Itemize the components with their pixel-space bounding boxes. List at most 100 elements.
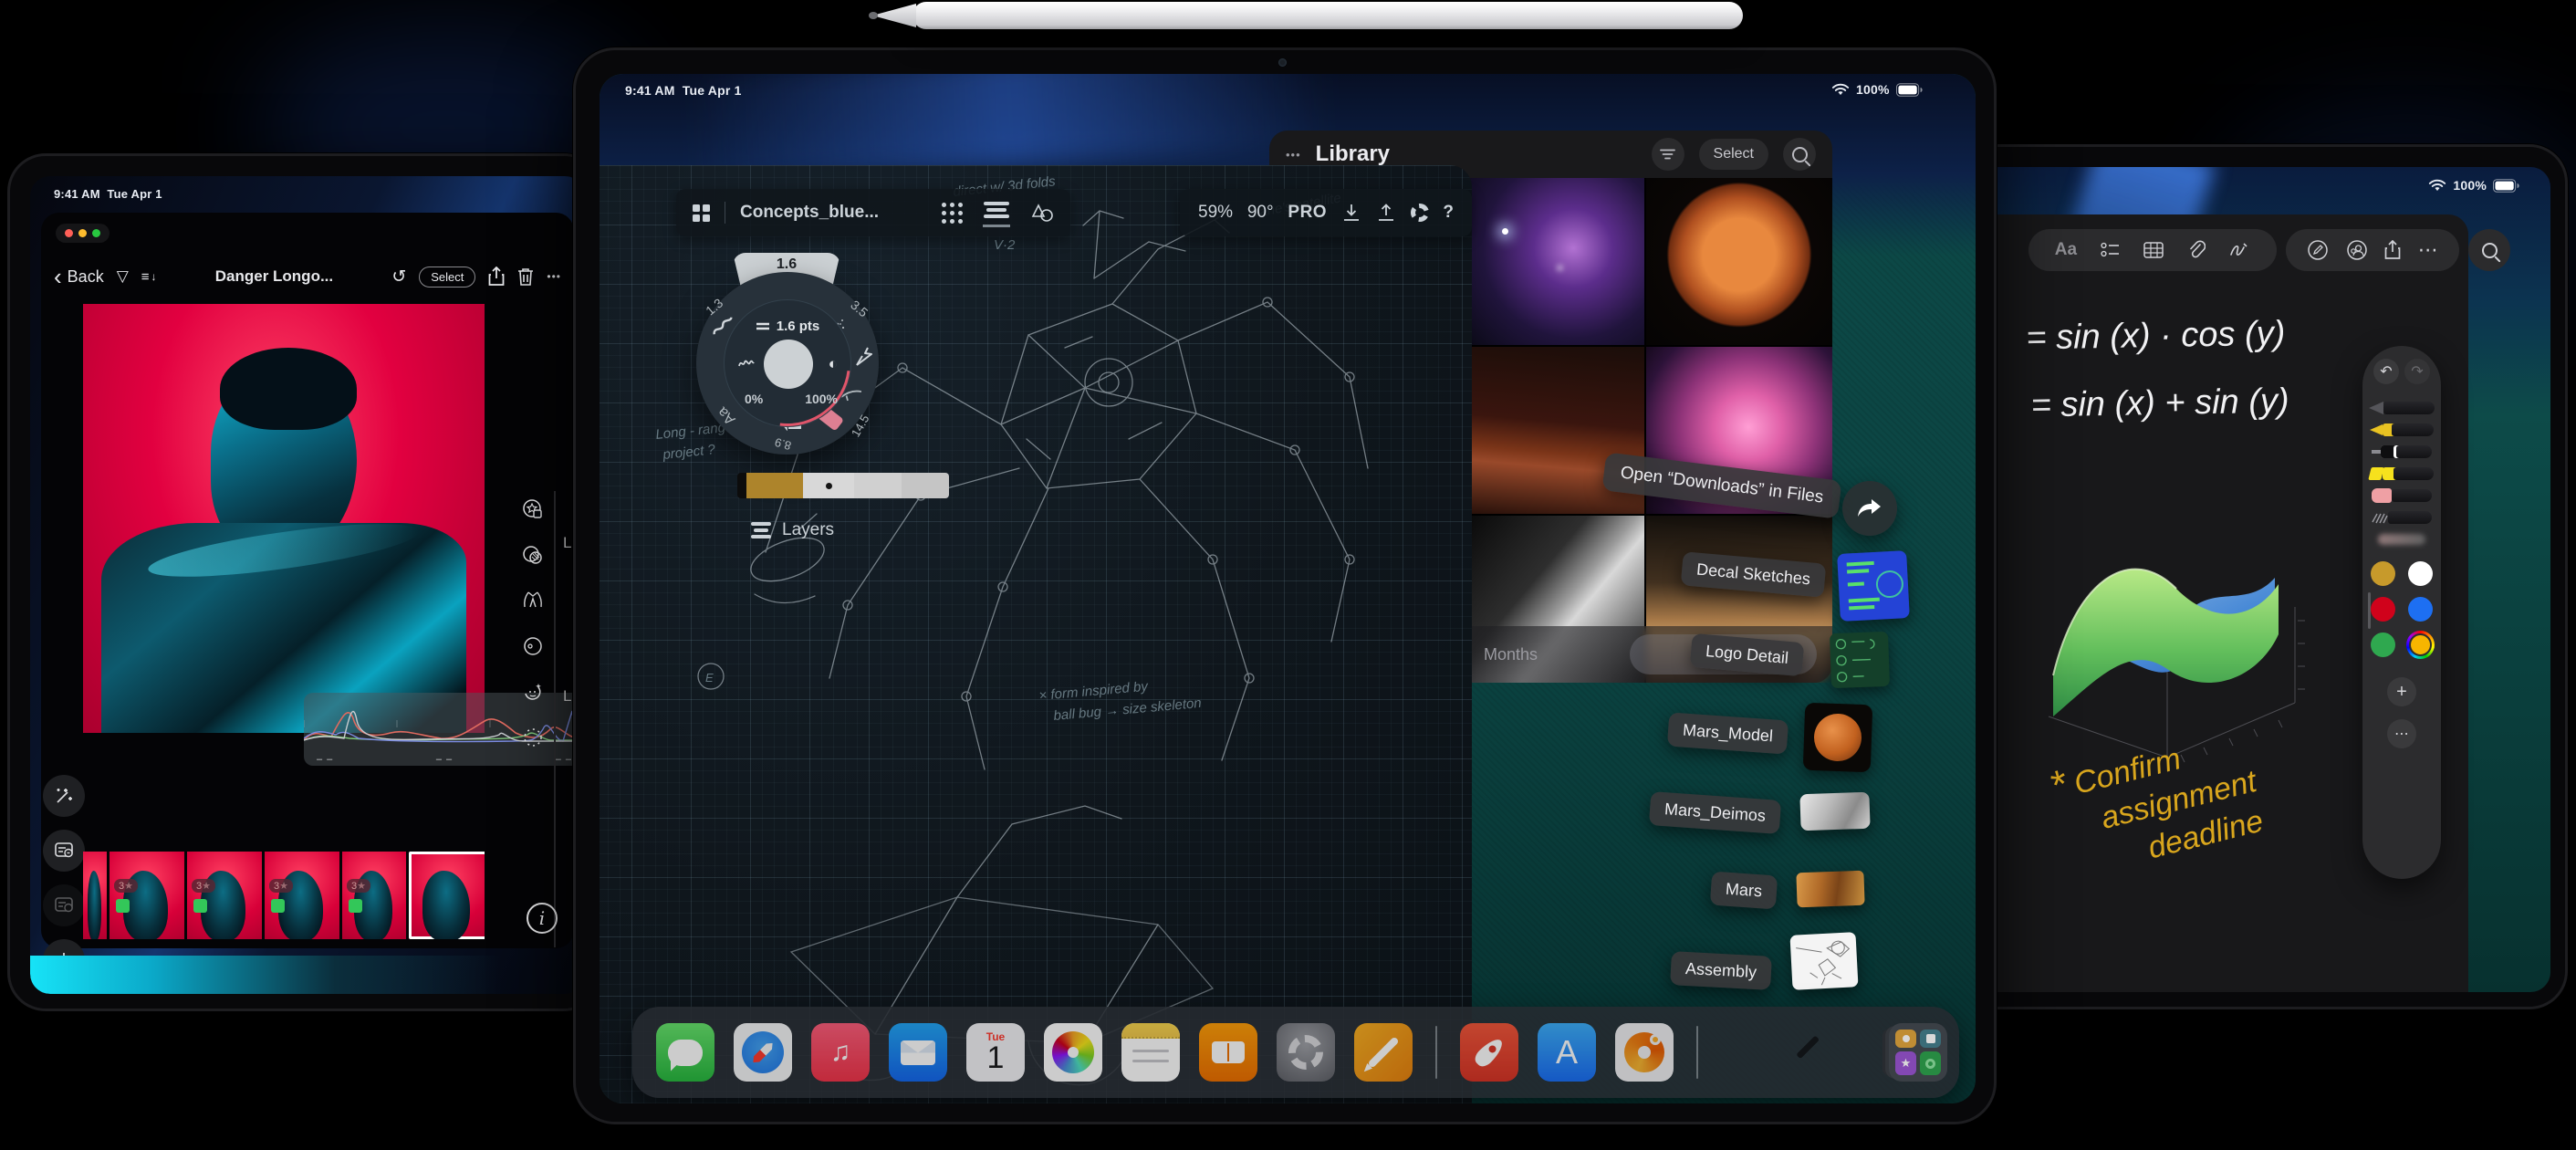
settings-gear-icon[interactable]: [1411, 204, 1429, 222]
app-concepts[interactable]: [1615, 1023, 1674, 1082]
wheel-size-8-9[interactable]: 8.9: [773, 435, 792, 453]
heal-dotted-icon[interactable]: [521, 726, 545, 749]
masking-icon[interactable]: [521, 543, 545, 567]
zoom-level[interactable]: 59%: [1198, 203, 1233, 223]
recent-apps-stack[interactable]: ★: [1889, 1023, 1947, 1082]
presets-icon[interactable]: [521, 497, 545, 521]
color-seg-light3[interactable]: [902, 473, 949, 498]
layers-stack-icon[interactable]: [983, 199, 1010, 227]
adjustments-copy-button[interactable]: [43, 830, 85, 872]
redo-button[interactable]: ↷: [2404, 359, 2430, 384]
film-thumb[interactable]: 3★: [187, 852, 262, 939]
app-store[interactable]: A: [1538, 1023, 1596, 1082]
app-messages[interactable]: [656, 1023, 714, 1082]
sort-icon[interactable]: ≡↓: [141, 269, 157, 285]
text-format-button[interactable]: Aa: [2055, 240, 2077, 260]
wheel-center-disc[interactable]: 1.6 pts ◐ 0% 100%: [724, 299, 851, 427]
filmstrip[interactable]: 3★ 3★ 3★ 3★: [83, 852, 485, 939]
pro-badge[interactable]: PRO: [1288, 203, 1327, 223]
yellow-pen-tool[interactable]: [2370, 423, 2434, 437]
filter-button[interactable]: [1652, 138, 1684, 171]
layers-button[interactable]: Layers: [751, 519, 834, 541]
eraser-tool[interactable]: [2372, 488, 2432, 503]
app-pen-sketch[interactable]: [1354, 1023, 1413, 1082]
app-settings[interactable]: [1277, 1023, 1335, 1082]
select-button[interactable]: Select: [419, 267, 475, 288]
attachment-paperclip-icon[interactable]: [2187, 240, 2206, 260]
photo-cell-mars-planet[interactable]: [1646, 178, 1832, 345]
palette-drag-handle[interactable]: [2368, 592, 2371, 629]
gallery-grid-icon[interactable]: [693, 204, 710, 222]
apple-pencil-tool[interactable]: [2369, 401, 2435, 415]
app-rocket[interactable]: [1460, 1023, 1518, 1082]
edited-photo[interactable]: [83, 304, 485, 733]
filter-funnel-icon[interactable]: ▽: [117, 267, 129, 286]
highlighter-tool[interactable]: [2370, 466, 2434, 481]
color-seg-light2[interactable]: [854, 473, 902, 498]
more-button[interactable]: •••: [547, 270, 561, 283]
back-button[interactable]: ‹Back: [54, 267, 104, 287]
film-thumb[interactable]: 3★: [342, 852, 406, 939]
color-swatch-blue[interactable]: [2408, 597, 2433, 622]
film-thumb[interactable]: 3★: [110, 852, 184, 939]
share-icon[interactable]: [488, 267, 505, 287]
blurred-tool[interactable]: [2378, 532, 2425, 547]
color-swatch-green[interactable]: [2371, 632, 2395, 657]
checklist-icon[interactable]: [2101, 241, 2121, 259]
collaborate-icon[interactable]: [2346, 239, 2368, 261]
color-swatch-red[interactable]: [2371, 597, 2395, 622]
share-icon[interactable]: [2384, 240, 2401, 260]
app-music[interactable]: ♫: [811, 1023, 870, 1082]
text-tool-label[interactable]: Aa: [715, 403, 740, 428]
auto-enhance-button[interactable]: [43, 775, 85, 817]
color-seg-light1[interactable]: [803, 473, 854, 498]
add-tool-button[interactable]: +: [2387, 677, 2416, 706]
app-calendar[interactable]: Tue 1: [966, 1023, 1025, 1082]
import-icon[interactable]: [1341, 203, 1361, 223]
color-seg-black[interactable]: [737, 473, 746, 498]
fineliner-tool[interactable]: [2372, 444, 2432, 459]
app-mail[interactable]: [889, 1023, 947, 1082]
select-arrow-icon[interactable]: [853, 345, 877, 369]
more-button[interactable]: ⋯: [2418, 238, 2438, 262]
share-drop-button[interactable]: [1842, 481, 1897, 536]
rotation-value[interactable]: 90°: [1247, 203, 1274, 223]
document-title[interactable]: Concepts_blue...: [740, 203, 879, 223]
film-thumb[interactable]: 3★: [265, 852, 339, 939]
pencil-mode-icon[interactable]: [2307, 239, 2329, 261]
search-button[interactable]: [2468, 229, 2510, 271]
pencil-hatch-tool[interactable]: [2372, 510, 2432, 525]
color-swatch-gold[interactable]: [2371, 561, 2395, 586]
info-button[interactable]: i: [527, 903, 558, 934]
library-more-button[interactable]: •••: [1286, 148, 1301, 162]
undo-icon[interactable]: ↺: [391, 267, 406, 288]
app-notes[interactable]: [1121, 1023, 1180, 1082]
keyboard-dismiss-chevron[interactable]: [1796, 1035, 1820, 1059]
photo-cell-nebula[interactable]: [1457, 178, 1643, 345]
radial-tool-icon[interactable]: [521, 634, 545, 658]
precision-grid-icon[interactable]: [942, 203, 963, 224]
segment-months[interactable]: Months: [1484, 645, 1538, 664]
film-thumb[interactable]: [83, 852, 107, 939]
window-controls[interactable]: [56, 224, 110, 243]
shapes-icon[interactable]: [1030, 202, 1054, 224]
color-strip[interactable]: [737, 473, 949, 498]
palette-more-button[interactable]: ⋯: [2387, 719, 2416, 748]
color-seg-gold[interactable]: [746, 473, 803, 498]
film-thumb-selected[interactable]: [409, 852, 485, 939]
zoom-window-dot[interactable]: [92, 229, 100, 237]
color-swatch-white[interactable]: [2408, 561, 2433, 586]
undo-button[interactable]: ↶: [2373, 359, 2399, 384]
library-search-button[interactable]: [1783, 138, 1816, 171]
table-icon[interactable]: [2143, 241, 2164, 259]
minimize-window-dot[interactable]: [78, 229, 87, 237]
help-button[interactable]: ?: [1443, 203, 1454, 223]
crop-portrait-icon[interactable]: [521, 589, 545, 612]
close-window-dot[interactable]: [65, 229, 73, 237]
tool-wheel[interactable]: 1.3 3.5 14.5 8.9 Aa 1.6 pts: [696, 272, 879, 455]
markup-scribble-icon[interactable]: [2228, 240, 2250, 260]
app-safari[interactable]: [734, 1023, 792, 1082]
color-swatch-yellow-selected[interactable]: [2406, 631, 2435, 659]
app-photos[interactable]: [1044, 1023, 1102, 1082]
app-books[interactable]: [1199, 1023, 1257, 1082]
